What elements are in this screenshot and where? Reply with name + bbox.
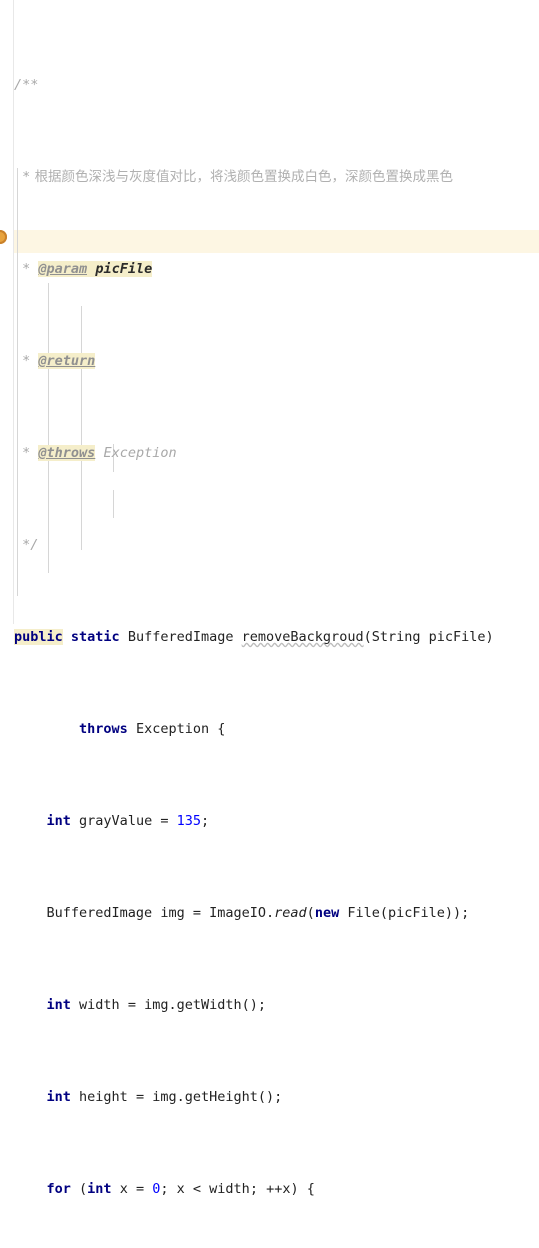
keyword-throws: throws xyxy=(79,721,128,737)
keyword-static: static xyxy=(70,629,120,645)
javadoc-star: * xyxy=(14,353,31,369)
javadoc-star: * xyxy=(14,445,31,461)
code-line-8-throws[interactable]: throws Exception { xyxy=(0,718,539,741)
method-name[interactable]: removeBackgroud xyxy=(242,629,364,645)
literal-0: 0 xyxy=(152,1181,161,1197)
class-imageio: ImageIO xyxy=(209,905,267,921)
code-line-5[interactable]: * @throws Exception xyxy=(0,442,539,465)
code-line-6[interactable]: */ xyxy=(0,534,539,557)
var-width: width xyxy=(209,1181,250,1197)
return-type: BufferedImage xyxy=(127,629,234,645)
code-line-9[interactable]: int grayValue = 135; xyxy=(0,810,539,833)
var-x: x xyxy=(119,1181,128,1197)
var-img: img xyxy=(152,1089,177,1105)
keyword-int: int xyxy=(46,1089,71,1105)
code-content[interactable]: /** * 根据颜色深浅与灰度值对比，将浅颜色置换成白色，深颜色置换成黑色 * … xyxy=(0,0,539,1248)
code-line-1[interactable]: /** xyxy=(0,74,539,97)
var-x: x xyxy=(282,1181,291,1197)
code-line-12[interactable]: int height = img.getHeight(); xyxy=(0,1086,539,1109)
javadoc-param-value: picFile xyxy=(87,261,153,277)
arg-picfile: picFile xyxy=(388,905,445,921)
code-line-2[interactable]: * 根据颜色深浅与灰度值对比，将浅颜色置换成白色，深颜色置换成黑色 xyxy=(0,166,539,189)
var-img: img xyxy=(160,905,185,921)
method-getheight: getHeight xyxy=(184,1089,258,1105)
literal-135: 135 xyxy=(176,813,201,829)
var-x: x xyxy=(176,1181,185,1197)
javadoc-throws-value: Exception xyxy=(103,445,177,461)
javadoc-close: */ xyxy=(14,537,39,553)
javadoc-star: * xyxy=(14,169,31,185)
code-line-11-current[interactable]: int width = img.getWidth(); xyxy=(0,994,539,1017)
method-getwidth: getWidth xyxy=(176,997,242,1013)
code-editor[interactable]: /** * 根据颜色深浅与灰度值对比，将浅颜色置换成白色，深颜色置换成黑色 * … xyxy=(0,0,539,1197)
keyword-int: int xyxy=(46,813,71,829)
code-line-7-signature[interactable]: public static BufferedImage removeBackgr… xyxy=(0,626,539,649)
var-grayvalue: grayValue xyxy=(79,813,153,829)
keyword-new: new xyxy=(314,905,340,921)
open-brace: { xyxy=(217,721,226,737)
code-line-10[interactable]: BufferedImage img = ImageIO.read(new Fil… xyxy=(0,902,539,925)
method-read: read xyxy=(274,905,307,921)
var-img: img xyxy=(144,997,169,1013)
class-file: File xyxy=(347,905,380,921)
code-line-3[interactable]: * @param picFile xyxy=(0,258,539,281)
keyword-for: for xyxy=(46,1181,71,1197)
keyword-int: int xyxy=(46,997,71,1013)
javadoc-star: * xyxy=(14,261,31,277)
var-height: height xyxy=(79,1089,128,1105)
javadoc-open: /** xyxy=(14,77,39,93)
javadoc-tag-return: @return xyxy=(38,353,96,369)
param-name: picFile xyxy=(428,629,486,645)
javadoc-tag-param: @param xyxy=(38,261,88,277)
keyword-int: int xyxy=(87,1181,112,1197)
keyword-public: public xyxy=(14,629,63,645)
code-line-4[interactable]: * @return xyxy=(0,350,539,373)
javadoc-tag-throws: @throws xyxy=(38,445,96,461)
code-line-13[interactable]: for (int x = 0; x < width; ++x) { xyxy=(0,1178,539,1201)
type-bufferedimage: BufferedImage xyxy=(46,905,153,921)
javadoc-description: 根据颜色深浅与灰度值对比，将浅颜色置换成白色，深颜色置换成黑色 xyxy=(34,169,454,185)
param-type: String xyxy=(371,629,421,645)
throws-type: Exception xyxy=(135,721,210,737)
var-width: width xyxy=(79,997,120,1013)
